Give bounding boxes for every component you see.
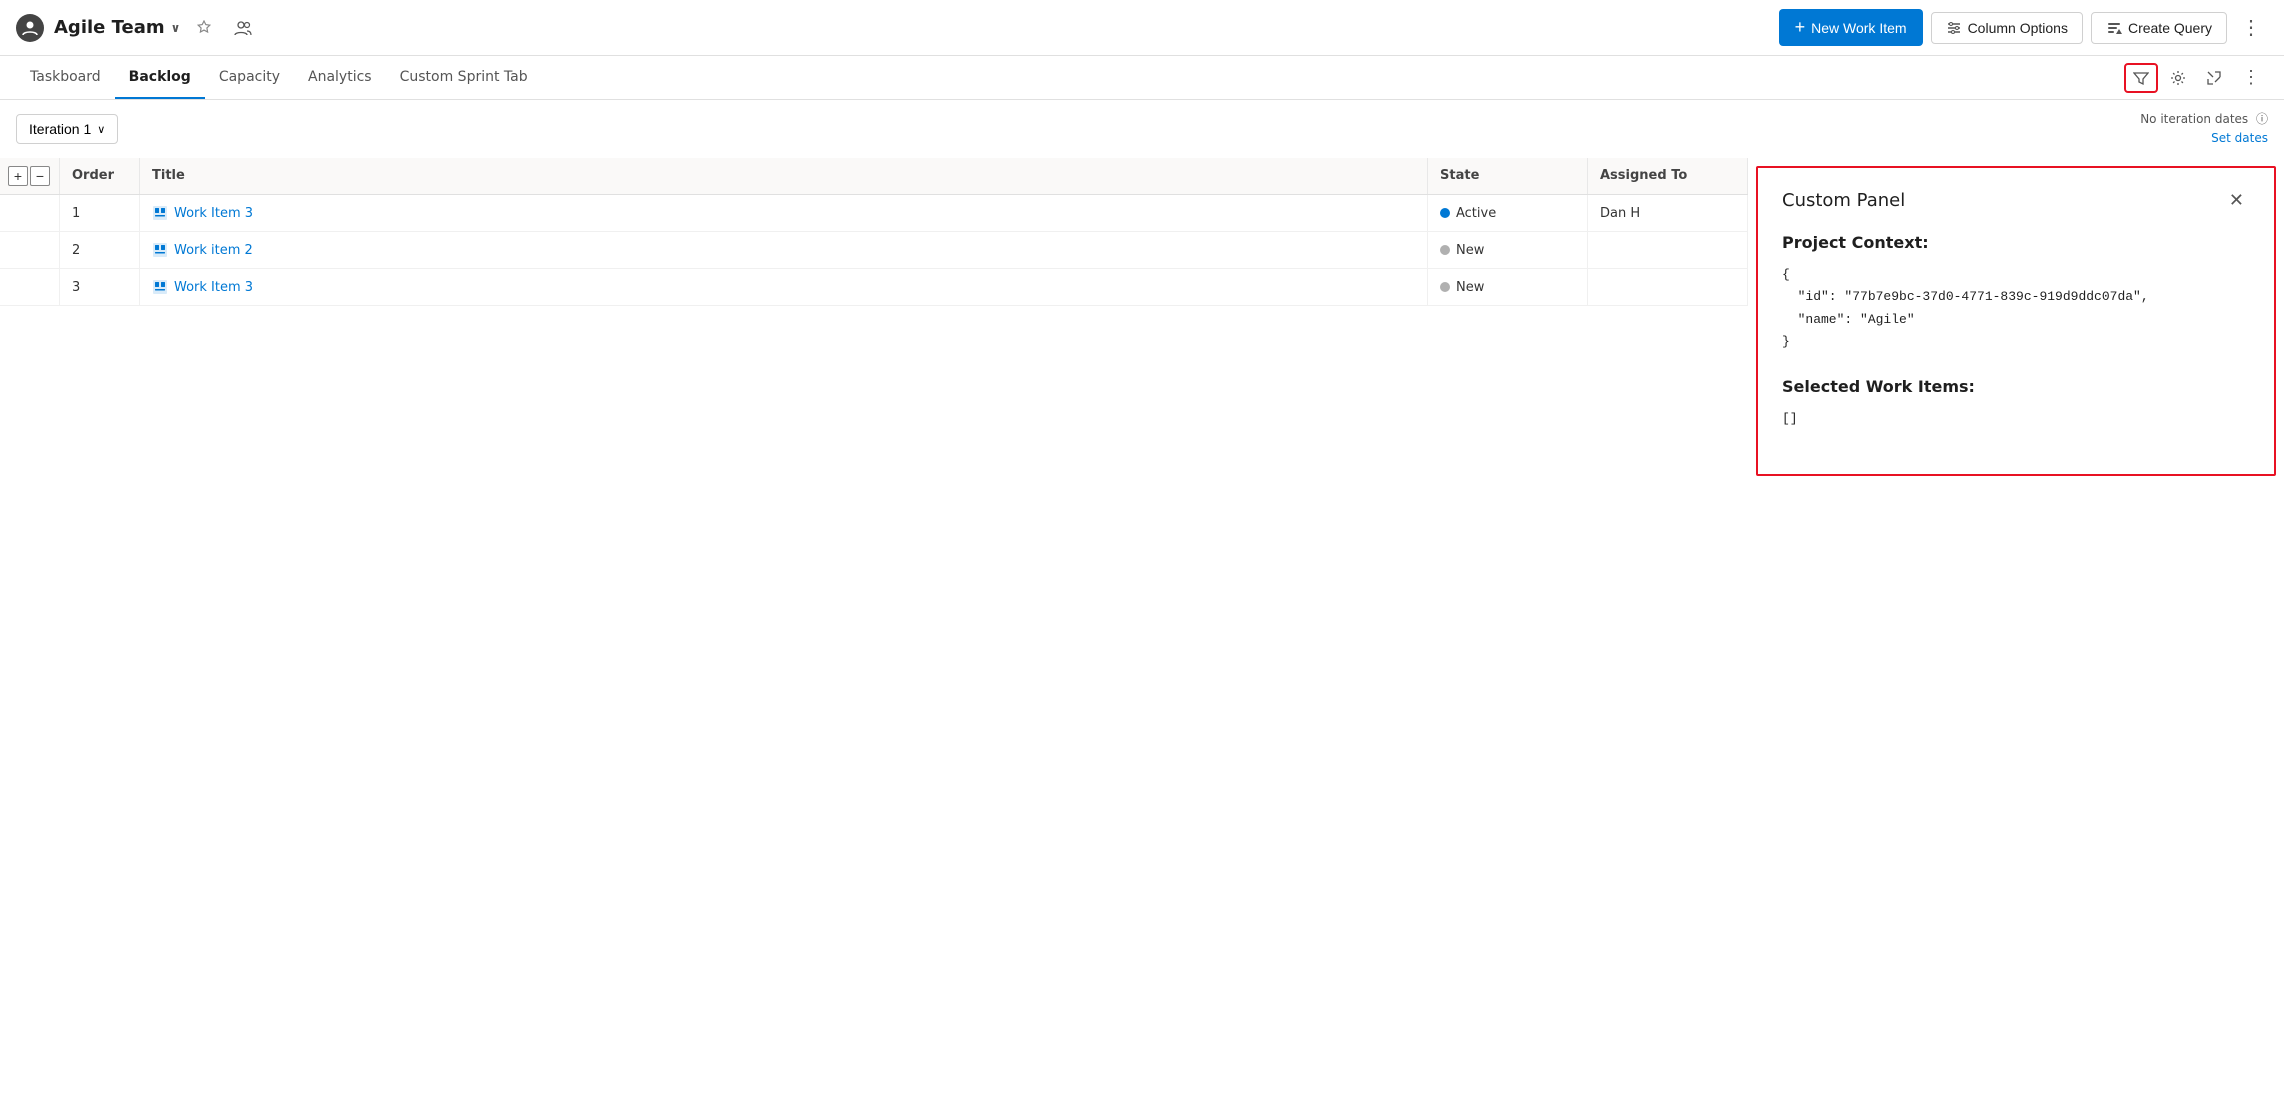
row3-assigned	[1588, 269, 1748, 305]
row1-assigned: Dan H	[1588, 195, 1748, 231]
state-dot-active	[1440, 208, 1450, 218]
favorite-button[interactable]	[190, 16, 218, 40]
no-iteration-dates: No iteration dates ⓘ Set dates	[2140, 110, 2268, 148]
ellipsis-nav-icon: ⋮	[2242, 67, 2260, 88]
tab-custom-sprint[interactable]: Custom Sprint Tab	[386, 56, 542, 99]
team-dropdown-chevron: ∨	[171, 21, 181, 35]
work-item-icon-1	[152, 205, 168, 221]
row3-actions	[0, 269, 60, 305]
row2-actions	[0, 232, 60, 268]
top-header-right: + New Work Item Column Options Create Qu…	[1779, 9, 2268, 46]
work-item-link-3[interactable]: Work Item 3	[152, 279, 253, 295]
team-icon	[16, 14, 44, 42]
remove-row-button[interactable]: −	[30, 166, 50, 186]
work-item-link-1[interactable]: Work Item 3	[152, 205, 253, 221]
row3-state: New	[1428, 269, 1588, 305]
backlog-table: + − Order Title State Assigned To 1	[0, 158, 1748, 1097]
row3-order: 3	[60, 269, 140, 305]
iteration-label: Iteration 1	[29, 121, 91, 137]
plus-icon: +	[1795, 17, 1806, 38]
table-header-actions: + −	[0, 158, 60, 194]
tab-taskboard[interactable]: Taskboard	[16, 56, 115, 99]
row2-title[interactable]: Work item 2	[140, 232, 1428, 268]
settings-button[interactable]	[2162, 64, 2194, 92]
work-item-link-2[interactable]: Work item 2	[152, 242, 253, 258]
selected-work-items-heading: Selected Work Items:	[1782, 377, 2250, 396]
add-row-button[interactable]: +	[8, 166, 28, 186]
assigned-column-header: Assigned To	[1588, 158, 1748, 194]
order-column-header: Order	[60, 158, 140, 194]
row1-title[interactable]: Work Item 3	[140, 195, 1428, 231]
project-context-heading: Project Context:	[1782, 233, 2250, 252]
nav-tabs: Taskboard Backlog Capacity Analytics Cus…	[0, 56, 2284, 100]
gear-icon	[2170, 70, 2186, 86]
people-button[interactable]	[228, 16, 258, 40]
expand-button[interactable]	[2198, 64, 2230, 92]
info-icon: ⓘ	[2256, 112, 2268, 126]
top-header: Agile Team ∨ + New Work Item	[0, 0, 2284, 56]
selected-work-items-value: []	[1782, 408, 2250, 430]
iteration-dropdown[interactable]: Iteration 1 ∨	[16, 114, 118, 144]
main-area: + − Order Title State Assigned To 1	[0, 158, 2284, 1097]
create-query-button[interactable]: Create Query	[2091, 12, 2227, 44]
team-name[interactable]: Agile Team ∨	[54, 17, 180, 38]
sub-header: Iteration 1 ∨ No iteration dates ⓘ Set d…	[0, 100, 2284, 158]
table-row: 3 Work Item 3 New	[0, 269, 1748, 306]
custom-panel: Custom Panel ✕ Project Context: { "id": …	[1756, 166, 2276, 475]
panel-header: Custom Panel ✕	[1782, 188, 2250, 213]
nav-tabs-left: Taskboard Backlog Capacity Analytics Cus…	[16, 56, 542, 99]
more-options-nav-button[interactable]: ⋮	[2234, 61, 2268, 94]
row1-state: Active	[1428, 195, 1588, 231]
state-dot-new-2	[1440, 282, 1450, 292]
filter-button[interactable]	[2124, 63, 2158, 93]
tab-analytics[interactable]: Analytics	[294, 56, 386, 99]
row2-order: 2	[60, 232, 140, 268]
iteration-chevron-icon: ∨	[97, 123, 105, 136]
ellipsis-icon: ⋮	[2241, 15, 2262, 40]
row3-title[interactable]: Work Item 3	[140, 269, 1428, 305]
set-dates-link[interactable]: Set dates	[2211, 131, 2268, 145]
row2-assigned	[1588, 232, 1748, 268]
panel-title: Custom Panel	[1782, 190, 1905, 211]
filter-icon	[2133, 70, 2149, 86]
create-query-icon	[2106, 20, 2122, 36]
table-header: + − Order Title State Assigned To	[0, 158, 1748, 195]
table-row: 1 Work Item 3 Active	[0, 195, 1748, 232]
row1-order: 1	[60, 195, 140, 231]
new-work-item-button[interactable]: + New Work Item	[1779, 9, 1923, 46]
tab-capacity[interactable]: Capacity	[205, 56, 294, 99]
column-options-icon	[1946, 20, 1962, 36]
project-context-json: { "id": "77b7e9bc-37d0-4771-839c-919d9dd…	[1782, 264, 2250, 352]
state-column-header: State	[1428, 158, 1588, 194]
top-header-left: Agile Team ∨	[16, 14, 258, 42]
tab-backlog[interactable]: Backlog	[115, 56, 205, 99]
more-options-button[interactable]: ⋮	[2235, 11, 2268, 44]
title-column-header: Title	[140, 158, 1428, 194]
column-options-button[interactable]: Column Options	[1931, 12, 2083, 44]
row1-actions	[0, 195, 60, 231]
work-item-icon-2	[152, 242, 168, 258]
nav-tabs-right: ⋮	[2124, 61, 2268, 94]
expand-icon	[2206, 70, 2222, 86]
row2-state: New	[1428, 232, 1588, 268]
state-dot-new-1	[1440, 245, 1450, 255]
panel-close-button[interactable]: ✕	[2223, 188, 2250, 213]
table-row: 2 Work item 2 New	[0, 232, 1748, 269]
work-item-icon-3	[152, 279, 168, 295]
